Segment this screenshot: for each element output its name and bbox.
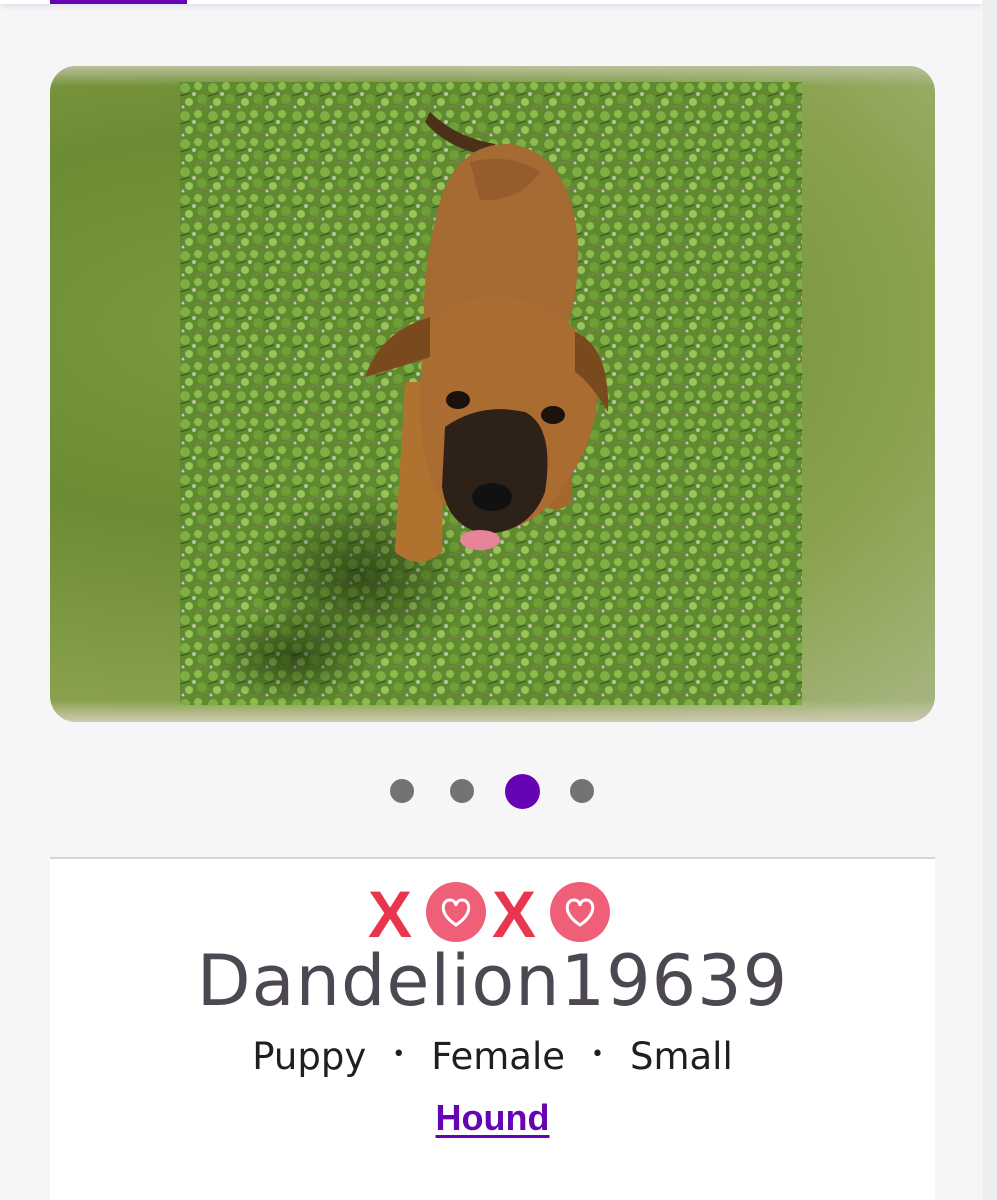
pet-name: Dandelion19639 <box>196 940 789 1022</box>
separator-dot: • <box>392 1041 406 1067</box>
breed-link-wrapper: Hound <box>50 1097 935 1139</box>
pet-info-card: X X Dandelion19639 Puppy • Female • Small Ho… <box>50 857 935 1200</box>
pet-size: Small <box>629 1035 733 1078</box>
puppy-photo[interactable] <box>180 82 802 705</box>
carousel-dot-1[interactable] <box>390 779 414 803</box>
photo-carousel[interactable] <box>50 66 935 722</box>
xoxo-hearts-icon: X X <box>50 882 935 946</box>
xoxo-letter-x-2: X <box>492 882 536 946</box>
active-tab-indicator <box>50 0 187 4</box>
pet-profile-page: X X Dandelion19639 Puppy • Female • Small Ho… <box>0 0 997 1200</box>
separator-dot: • <box>591 1041 604 1067</box>
carousel-dot-3-active[interactable] <box>505 774 540 809</box>
pet-sex: Female <box>431 1035 565 1078</box>
pet-attributes: Puppy • Female • Small <box>50 1035 935 1081</box>
xoxo-letter-x-1: X <box>368 882 412 946</box>
pet-age: Puppy <box>252 1035 367 1078</box>
carousel-pagination <box>0 774 997 809</box>
carousel-dot-2[interactable] <box>450 779 474 803</box>
scrollbar-track[interactable] <box>983 0 997 1200</box>
breed-link[interactable]: Hound <box>436 1097 550 1138</box>
carousel-dot-4[interactable] <box>570 779 594 803</box>
